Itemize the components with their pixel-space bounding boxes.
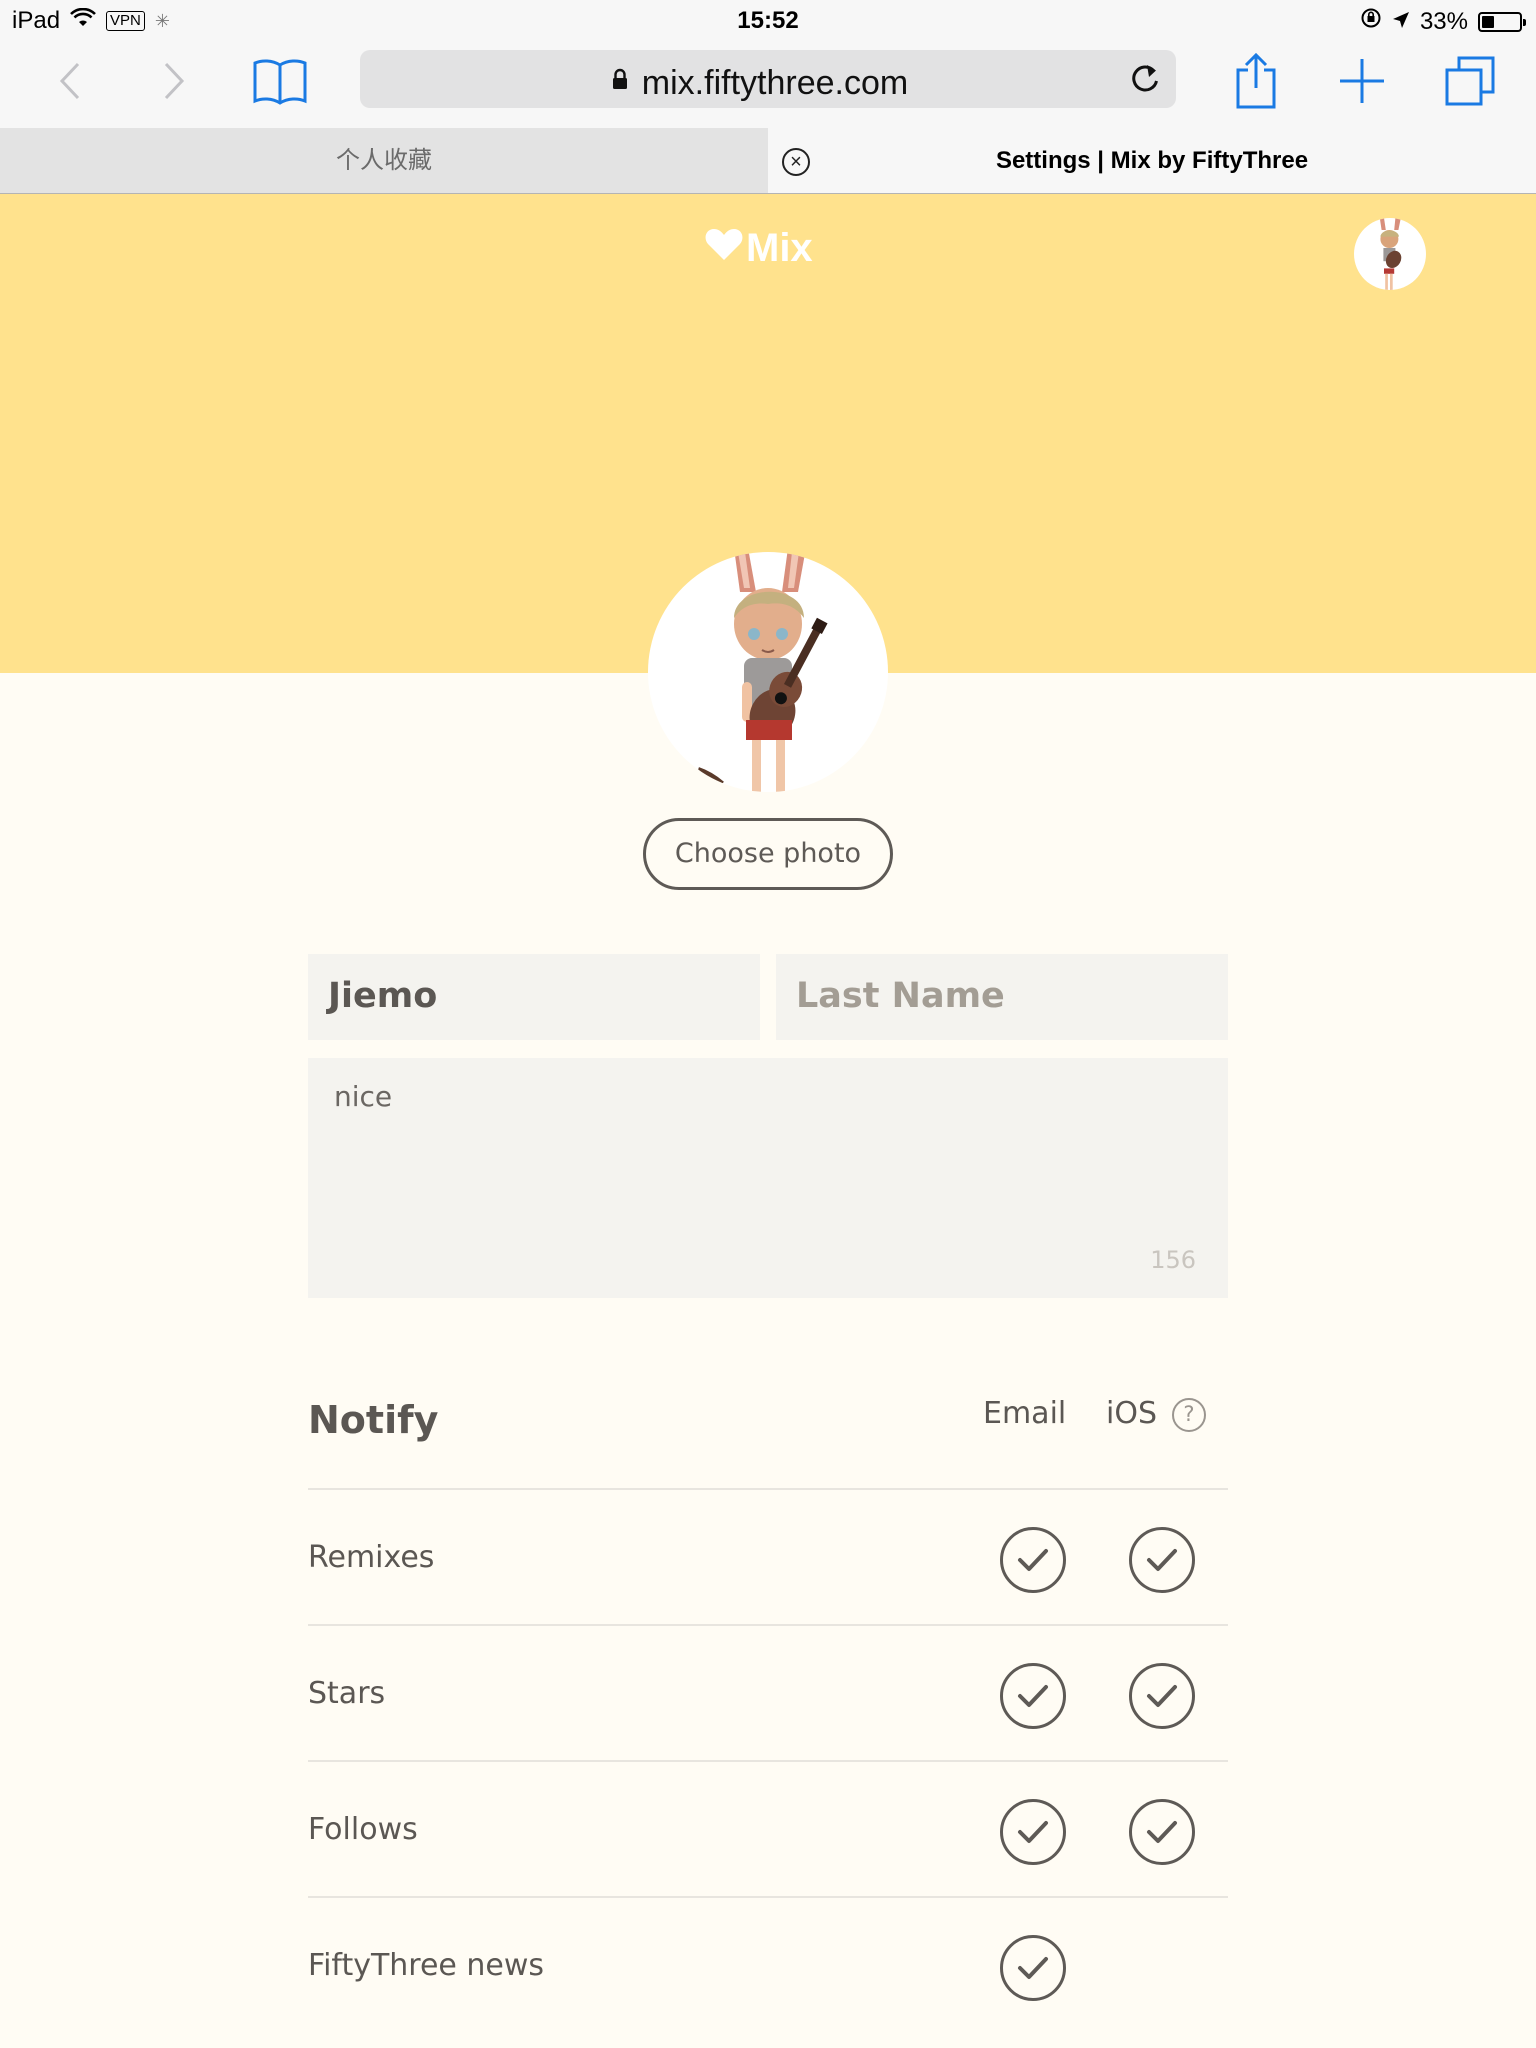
help-icon[interactable]: ?: [1172, 1398, 1206, 1432]
follows-email-checkbox[interactable]: [1000, 1799, 1066, 1865]
clock: 15:52: [737, 7, 799, 34]
checkmark-icon: [1018, 1821, 1048, 1843]
divider: [308, 1624, 1228, 1626]
follows-ios-checkbox[interactable]: [1129, 1799, 1195, 1865]
tabs-icon[interactable]: [1434, 48, 1506, 114]
remixes-ios-checkbox[interactable]: [1129, 1527, 1195, 1593]
news-email-checkbox[interactable]: [1000, 1935, 1066, 2001]
divider: [308, 1760, 1228, 1762]
browser-toolbar: mix.fiftythree.com: [0, 40, 1536, 128]
reload-icon[interactable]: [1128, 60, 1162, 101]
tab-strip: 个人收藏 Settings | Mix by FiftyThree ×: [0, 128, 1536, 194]
new-tab-icon[interactable]: [1326, 48, 1398, 114]
ios-column-header: iOS: [1106, 1396, 1157, 1431]
notify-row-label-remixes: Remixes: [308, 1540, 435, 1575]
status-bar: iPad VPN ✳ 15:52 33%: [0, 0, 1536, 40]
close-tab-icon[interactable]: ×: [782, 148, 810, 176]
remixes-email-checkbox[interactable]: [1000, 1527, 1066, 1593]
rotation-lock-icon: [1360, 7, 1382, 36]
email-column-header: Email: [983, 1396, 1067, 1431]
bio-char-counter: 156: [1150, 1246, 1196, 1274]
logo-text: Mix: [746, 226, 813, 270]
mix-logo[interactable]: Mix: [704, 226, 813, 271]
profile-avatar: [648, 552, 888, 792]
user-menu-avatar[interactable]: [1354, 218, 1426, 290]
last-name-field[interactable]: Last Name: [776, 954, 1228, 1040]
checkmark-icon: [1147, 1821, 1177, 1843]
notify-heading: Notify: [308, 1398, 439, 1442]
location-icon: [1392, 8, 1410, 36]
tab-favorites[interactable]: 个人收藏: [0, 128, 768, 193]
share-icon[interactable]: [1220, 48, 1292, 114]
stars-email-checkbox[interactable]: [1000, 1663, 1066, 1729]
checkmark-icon: [1018, 1549, 1048, 1571]
forward-icon[interactable]: [138, 48, 210, 114]
choose-photo-button[interactable]: Choose photo: [643, 818, 893, 890]
divider: [308, 1896, 1228, 1898]
battery-icon: [1478, 11, 1526, 32]
bookmarks-icon[interactable]: [244, 48, 316, 114]
back-icon[interactable]: [34, 48, 106, 114]
divider: [308, 1488, 1228, 1490]
url-text: mix.fiftythree.com: [641, 64, 909, 102]
checkmark-icon: [1147, 1685, 1177, 1707]
checkmark-icon: [1147, 1549, 1177, 1571]
first-name-field[interactable]: Jiemo: [308, 954, 760, 1040]
address-bar[interactable]: mix.fiftythree.com: [360, 50, 1176, 108]
checkmark-icon: [1018, 1685, 1048, 1707]
bio-text: nice: [334, 1080, 393, 1113]
heart-icon: [704, 226, 744, 271]
battery-percent: 33%: [1419, 7, 1468, 35]
notify-row-label-news: FiftyThree news: [308, 1948, 545, 1983]
notify-row-label-follows: Follows: [308, 1812, 418, 1847]
stars-ios-checkbox[interactable]: [1129, 1663, 1195, 1729]
tab-settings[interactable]: Settings | Mix by FiftyThree: [768, 128, 1536, 193]
notify-row-label-stars: Stars: [308, 1676, 386, 1711]
checkmark-icon: [1018, 1957, 1048, 1979]
bio-textarea[interactable]: nice 156: [308, 1058, 1228, 1298]
